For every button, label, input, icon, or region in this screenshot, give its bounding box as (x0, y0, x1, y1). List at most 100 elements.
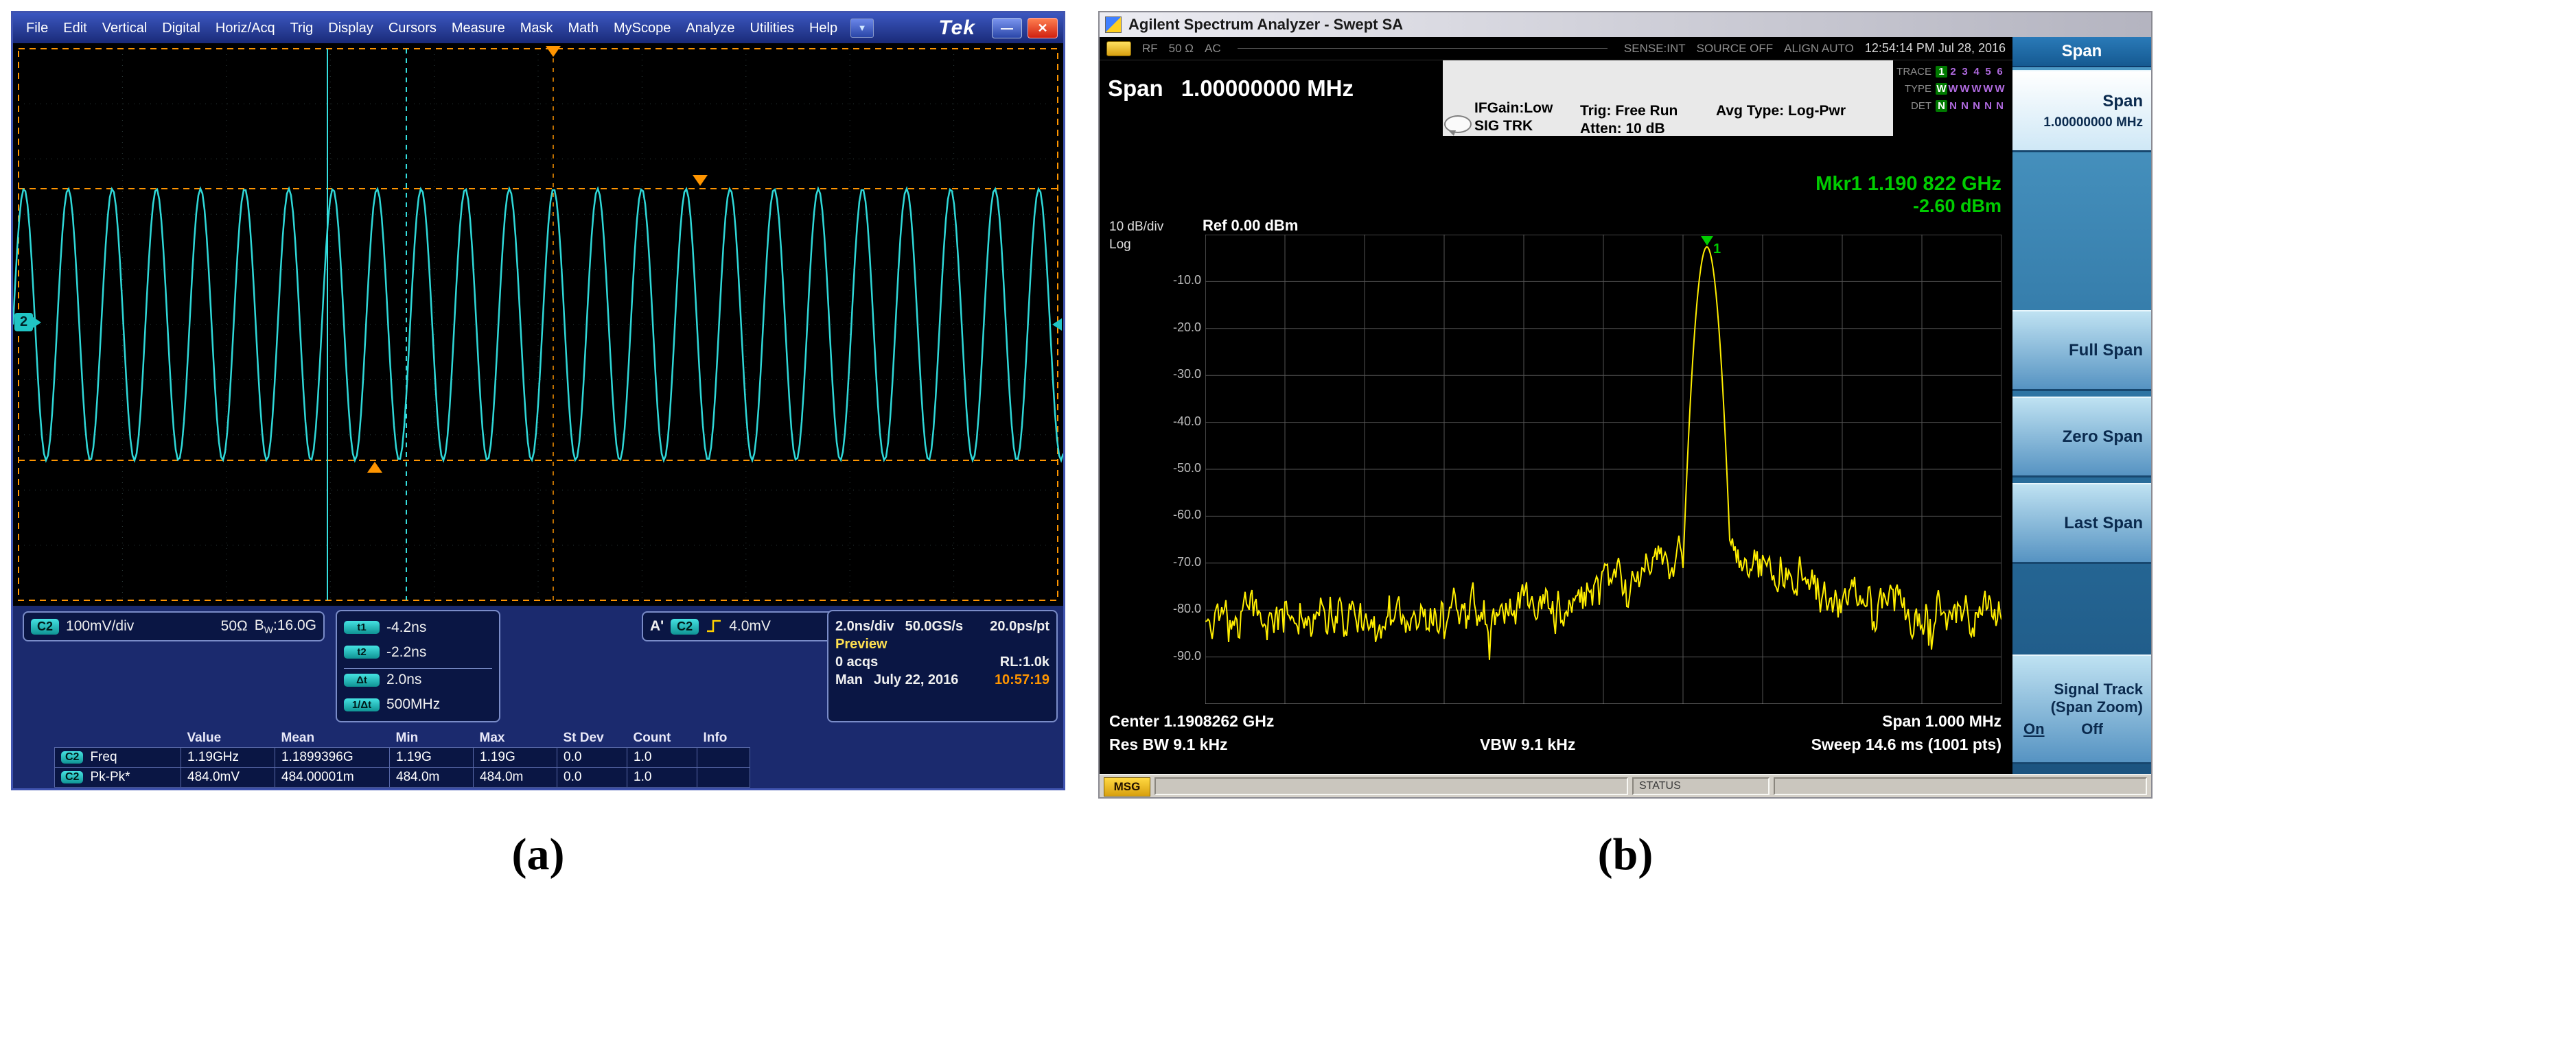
spectrum-analyzer-window: Agilent Spectrum Analyzer - Swept SA RF … (1098, 11, 2153, 799)
acq-count-value: 0 acqs (835, 654, 878, 670)
coupling-annunciator: AC (1205, 42, 1221, 56)
vertical-scale-value: 100mV/div (66, 618, 134, 635)
clock-display: 12:54:14 PM Jul 28, 2016 (1865, 41, 2006, 56)
sa-annunciator-row: RF 50 Ω AC SENSE:INT SOURCE OFF ALIGN AU… (1100, 37, 2012, 60)
trigger-channel-button[interactable]: C2 (671, 619, 699, 635)
impedance-annunciator: 50 Ω (1169, 42, 1194, 56)
datetime-line: Man July 22, 2016 10:57:19 (835, 672, 1049, 688)
trig-source-value: Man (835, 672, 863, 688)
menu-edit[interactable]: Edit (56, 21, 94, 36)
sa-screen: RF 50 Ω AC SENSE:INT SOURCE OFF ALIGN AU… (1100, 37, 2012, 774)
signal-track-toggle[interactable]: On Off (2012, 716, 2143, 738)
menu-trig[interactable]: Trig (283, 21, 321, 36)
span-display-label: Span (1108, 75, 1163, 101)
pkpk-count: 1.0 (627, 768, 697, 788)
menu-myscope[interactable]: MyScope (606, 21, 678, 36)
oscilloscope-window: File Edit Vertical Digital Horiz/Acq Tri… (11, 11, 1065, 790)
y-axis-label: -50.0 (1157, 461, 1201, 475)
menu-display[interactable]: Display (321, 21, 381, 36)
marker-readout: Mkr1 1.190 822 GHz -2.60 dBm (1727, 173, 2001, 217)
y-axis-label: -60.0 (1157, 508, 1201, 522)
cursor-t2-value: -2.2ns (386, 644, 426, 661)
sample-rate-value: 50.0GS/s (905, 619, 964, 635)
table-row-pkpk: C2Pk-Pk* 484.0mV 484.00001m 484.0m 484.0… (55, 768, 750, 788)
span-footer-label: Span 1.000 MHz (1882, 712, 2001, 731)
marker-1-icon[interactable] (1701, 236, 1713, 246)
cursor-t2-label: t2 (344, 646, 380, 659)
softkey-last-span[interactable]: Last Span (2012, 483, 2151, 564)
freq-min: 1.19G (390, 748, 474, 768)
close-button[interactable]: ✕ (1028, 18, 1058, 38)
acquisition-info-box: 2.0ns/div 50.0GS/s 20.0ps/pt Preview 0 a… (827, 610, 1058, 722)
attenuation-status: Atten: 10 dB (1580, 121, 1665, 137)
softkey-span[interactable]: Span 1.00000000 MHz (2012, 70, 2151, 152)
softkey-full-span[interactable]: Full Span (2012, 310, 2151, 391)
trigger-status: Trig: Free Run (1580, 103, 1678, 119)
align-annunciator: ALIGN AUTO (1784, 42, 1854, 56)
menu-vertical[interactable]: Vertical (95, 21, 155, 36)
marker-1-number: 1 (1713, 241, 1721, 257)
trigger-source-label: A' (650, 618, 664, 635)
minimize-button[interactable]: — (992, 18, 1022, 38)
y-axis-label: -10.0 (1157, 273, 1201, 287)
record-length-value: RL:1.0k (1000, 654, 1049, 670)
softkey-zero-span[interactable]: Zero Span (2012, 397, 2151, 477)
channel-2-settings-badge[interactable]: C2 100mV/div 50Ω BW:16.0G (23, 611, 325, 641)
y-axis-label: -90.0 (1157, 649, 1201, 663)
scope-menubar: File Edit Vertical Digital Horiz/Acq Tri… (13, 13, 1063, 43)
softkey-span-label: Span (2102, 92, 2143, 111)
row-channel-badge[interactable]: C2 (61, 751, 83, 764)
sense-annunciator: SENSE:INT (1624, 42, 1686, 56)
menu-utilities[interactable]: Utilities (742, 21, 801, 36)
chevron-down-icon[interactable]: ▼ (850, 19, 874, 38)
menu-help[interactable]: Help (802, 21, 845, 36)
menu-analyze[interactable]: Analyze (678, 21, 742, 36)
menu-cursors[interactable]: Cursors (381, 21, 444, 36)
channel-2-arrow-icon (33, 317, 41, 328)
trace-row: TRACE 1 2 3 4 5 6 (1893, 63, 2012, 80)
freq-max: 1.19G (474, 748, 557, 768)
menu-measure[interactable]: Measure (444, 21, 513, 36)
source-annunciator: SOURCE OFF (1697, 42, 1773, 56)
sa-footer-line2: Res BW 9.1 kHz VBW 9.1 kHz Sweep 14.6 ms… (1109, 735, 2001, 754)
scope-display: 2 (13, 43, 1063, 606)
acqs-line: 0 acqs RL:1.0k (835, 654, 1049, 670)
header-stdev: St Dev (557, 729, 627, 748)
timebase-line: 2.0ns/div 50.0GS/s 20.0ps/pt (835, 619, 1049, 635)
scope-bottombar: C2 100mV/div 50Ω BW:16.0G t1 -4.2ns t2 -… (13, 606, 1063, 788)
acq-mode-value: Preview (835, 637, 887, 652)
status-extra-field (1774, 777, 2147, 795)
input-annunciator: RF (1142, 42, 1158, 56)
softkey-signal-track[interactable]: Signal Track (Span Zoom) On Off (2012, 654, 2151, 764)
impedance-value: 50Ω (221, 618, 248, 635)
cursor-readout-box: t1 -4.2ns t2 -2.2ns Δt 2.0ns 1/Δt 500MHz (336, 610, 500, 722)
menu-horiz-acq[interactable]: Horiz/Acq (208, 21, 283, 36)
keyboard-annunciator-icon (1106, 41, 1131, 56)
menu-mask[interactable]: Mask (513, 21, 561, 36)
trace-matrix: TRACE 1 2 3 4 5 6 TYPE W W W W W W (1893, 60, 2012, 136)
header-blank (55, 729, 181, 748)
softkey-span-value: 1.00000000 MHz (2043, 115, 2143, 130)
menu-digital[interactable]: Digital (154, 21, 208, 36)
trigger-position-marker-icon[interactable] (546, 46, 561, 57)
header-info: Info (697, 729, 750, 748)
cursor-inv-dt-value: 500MHz (386, 696, 440, 713)
trigger-settings-badge[interactable]: A' C2 4.0mV (642, 611, 834, 641)
center-freq-label: Center 1.1908262 GHz (1109, 712, 1274, 731)
menu-math[interactable]: Math (560, 21, 605, 36)
avg-type-status: Avg Type: Log-Pwr (1716, 103, 1846, 119)
msg-button[interactable]: MSG (1104, 777, 1150, 797)
cursor-t1-row: t1 -4.2ns (344, 620, 492, 636)
resolution-value: 20.0ps/pt (990, 619, 1049, 635)
cursor-dt-row: Δt 2.0ns (344, 668, 492, 688)
row-channel-badge[interactable]: C2 (61, 771, 83, 783)
sa-titlebar: Agilent Spectrum Analyzer - Swept SA (1100, 12, 2151, 37)
y-axis-label: -70.0 (1157, 555, 1201, 569)
channel-2-button[interactable]: C2 (31, 619, 59, 635)
annunciator-divider (1238, 48, 1608, 49)
menu-file[interactable]: File (19, 21, 56, 36)
channel-2-marker[interactable]: 2 (14, 313, 41, 331)
header-value: Value (181, 729, 275, 748)
span-display-value: 1.00000000 MHz (1181, 75, 1354, 101)
sa-window-title: Agilent Spectrum Analyzer - Swept SA (1128, 16, 1403, 34)
